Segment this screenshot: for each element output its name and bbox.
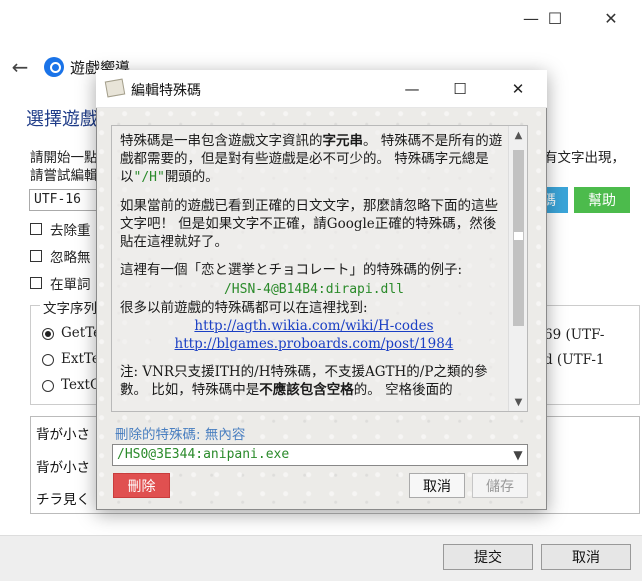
text-line: チラ見く bbox=[36, 492, 90, 508]
code-combobox[interactable]: /HS0@3E344:anipani.exe bbox=[112, 444, 528, 466]
chevron-down-icon[interactable]: ▼ bbox=[510, 446, 526, 464]
help-text: 特殊碼是一串包含遊戲文字資訊的 bbox=[120, 133, 323, 149]
radio-thread-2[interactable] bbox=[42, 354, 54, 366]
help-paragraph-3: 這裡有一個「恋と選挙とチョコレート」的特殊碼的例子: bbox=[120, 262, 463, 278]
delete-button[interactable]: 刪除 bbox=[113, 473, 170, 498]
help-paragraph-4: 很多以前遊戲的特殊碼都可以在這裡找到: bbox=[120, 300, 368, 316]
scrollbar-marker bbox=[514, 232, 523, 240]
radio-thread-3[interactable] bbox=[42, 380, 54, 392]
submit-button[interactable]: 提交 bbox=[443, 544, 533, 570]
description-line-1: 請開始一點 bbox=[30, 150, 98, 166]
text-line: 背が小さ bbox=[36, 460, 90, 476]
scroll-up-icon[interactable]: ▲ bbox=[509, 126, 528, 144]
help-content: 特殊碼是一串包含遊戲文字資訊的字元串。 特殊碼不是所有的遊戲都需要的，但是對有些… bbox=[120, 132, 508, 409]
maximize-icon[interactable]: ☐ bbox=[437, 70, 483, 108]
radio-thread-1[interactable] bbox=[42, 328, 54, 340]
deleted-code-label: 刪除的特殊碼: 無內容 bbox=[115, 427, 246, 443]
checkbox-word[interactable] bbox=[30, 277, 42, 289]
minimize-icon[interactable]: — bbox=[389, 70, 435, 108]
app-logo-icon bbox=[44, 57, 64, 77]
radio-label: ExtTe bbox=[61, 351, 100, 367]
help-text: 的。 空格後面的 bbox=[353, 382, 453, 398]
help-text-area[interactable]: 特殊碼是一串包含遊戲文字資訊的字元串。 特殊碼不是所有的遊戲都需要的，但是對有些… bbox=[111, 125, 528, 412]
maximize-icon[interactable]: ☐ bbox=[532, 0, 578, 36]
checkbox-remove-duplicates[interactable] bbox=[30, 223, 42, 235]
dialog-title: 編輯特殊碼 bbox=[131, 83, 201, 99]
help-paragraph-5: 注: VNR只支援ITH的/H特殊碼，不支援AGTH的/P之類的參數。 比如，特… bbox=[120, 363, 508, 399]
help-paragraph-2: 如果當前的遊戲已看到正確的日文文字，那麼請忽略下面的這些文字吧！ 但是如果文字不… bbox=[120, 198, 498, 250]
link-agth-wiki[interactable]: http://agth.wikia.com/wiki/H-codes bbox=[194, 318, 433, 334]
checkbox-ignore[interactable] bbox=[30, 250, 42, 262]
cancel-button[interactable]: 取消 bbox=[541, 544, 631, 570]
example-code: /HSN-4@B14B4:dirapi.dll bbox=[223, 282, 404, 297]
code-prefix-text: "/H" bbox=[133, 170, 165, 185]
checkbox-label: 去除重 bbox=[50, 223, 91, 239]
checkbox-label: 在單詞 bbox=[50, 277, 91, 293]
save-button[interactable]: 儲存 bbox=[472, 473, 528, 498]
description-right-text: 有文字出現， bbox=[544, 150, 625, 166]
close-icon[interactable]: ✕ bbox=[588, 0, 634, 36]
help-text: 開頭的。 bbox=[164, 169, 219, 185]
cancel-button[interactable]: 取消 bbox=[409, 473, 465, 498]
help-bold-text: 字元串 bbox=[322, 133, 364, 149]
group-title: 文字序列 bbox=[40, 297, 100, 317]
page-heading: 選擇遊戲 bbox=[26, 109, 98, 130]
help-paragraph-1: 特殊碼是一串包含遊戲文字資訊的字元串。 特殊碼不是所有的遊戲都需要的，但是對有些… bbox=[120, 132, 508, 187]
close-icon[interactable]: ✕ bbox=[495, 70, 541, 108]
checkbox-label: 忽略無 bbox=[50, 250, 91, 266]
back-arrow-icon[interactable]: ← bbox=[8, 55, 32, 79]
link-blgames[interactable]: http://blgames.proboards.com/post/1984 bbox=[175, 336, 454, 352]
scroll-down-icon[interactable]: ▼ bbox=[509, 393, 528, 411]
text-line: 背が小さ bbox=[36, 427, 90, 443]
help-button[interactable]: 幫助 bbox=[574, 187, 630, 213]
help-bold-text: 不應該包含空格 bbox=[259, 382, 354, 398]
help-scrollbar[interactable]: ▲ ▼ bbox=[508, 126, 527, 411]
scroll-icon bbox=[104, 78, 126, 98]
description-line-2: 請嘗試編輯 bbox=[30, 168, 98, 184]
